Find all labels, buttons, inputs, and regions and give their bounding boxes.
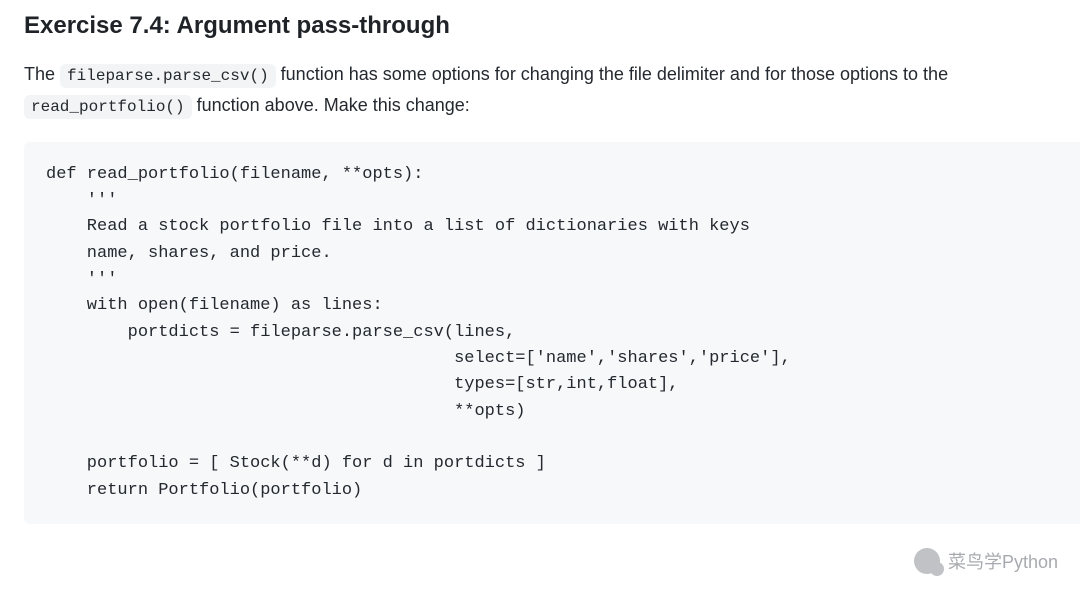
desc-text: function has some options for changing t… xyxy=(276,64,948,84)
inline-code-read-portfolio: read_portfolio() xyxy=(24,95,192,119)
exercise-heading: Exercise 7.4: Argument pass-through xyxy=(24,10,1080,41)
watermark-text: 菜鸟学Python xyxy=(948,548,1058,574)
code-block: def read_portfolio(filename, **opts): ''… xyxy=(24,142,1080,524)
exercise-description: The fileparse.parse_csv() function has s… xyxy=(24,59,1080,121)
desc-text: The xyxy=(24,64,60,84)
inline-code-parse-csv: fileparse.parse_csv() xyxy=(60,64,276,88)
wechat-icon xyxy=(914,548,940,574)
watermark: 菜鸟学Python xyxy=(914,548,1058,574)
desc-text: function above. Make this change: xyxy=(192,95,470,115)
